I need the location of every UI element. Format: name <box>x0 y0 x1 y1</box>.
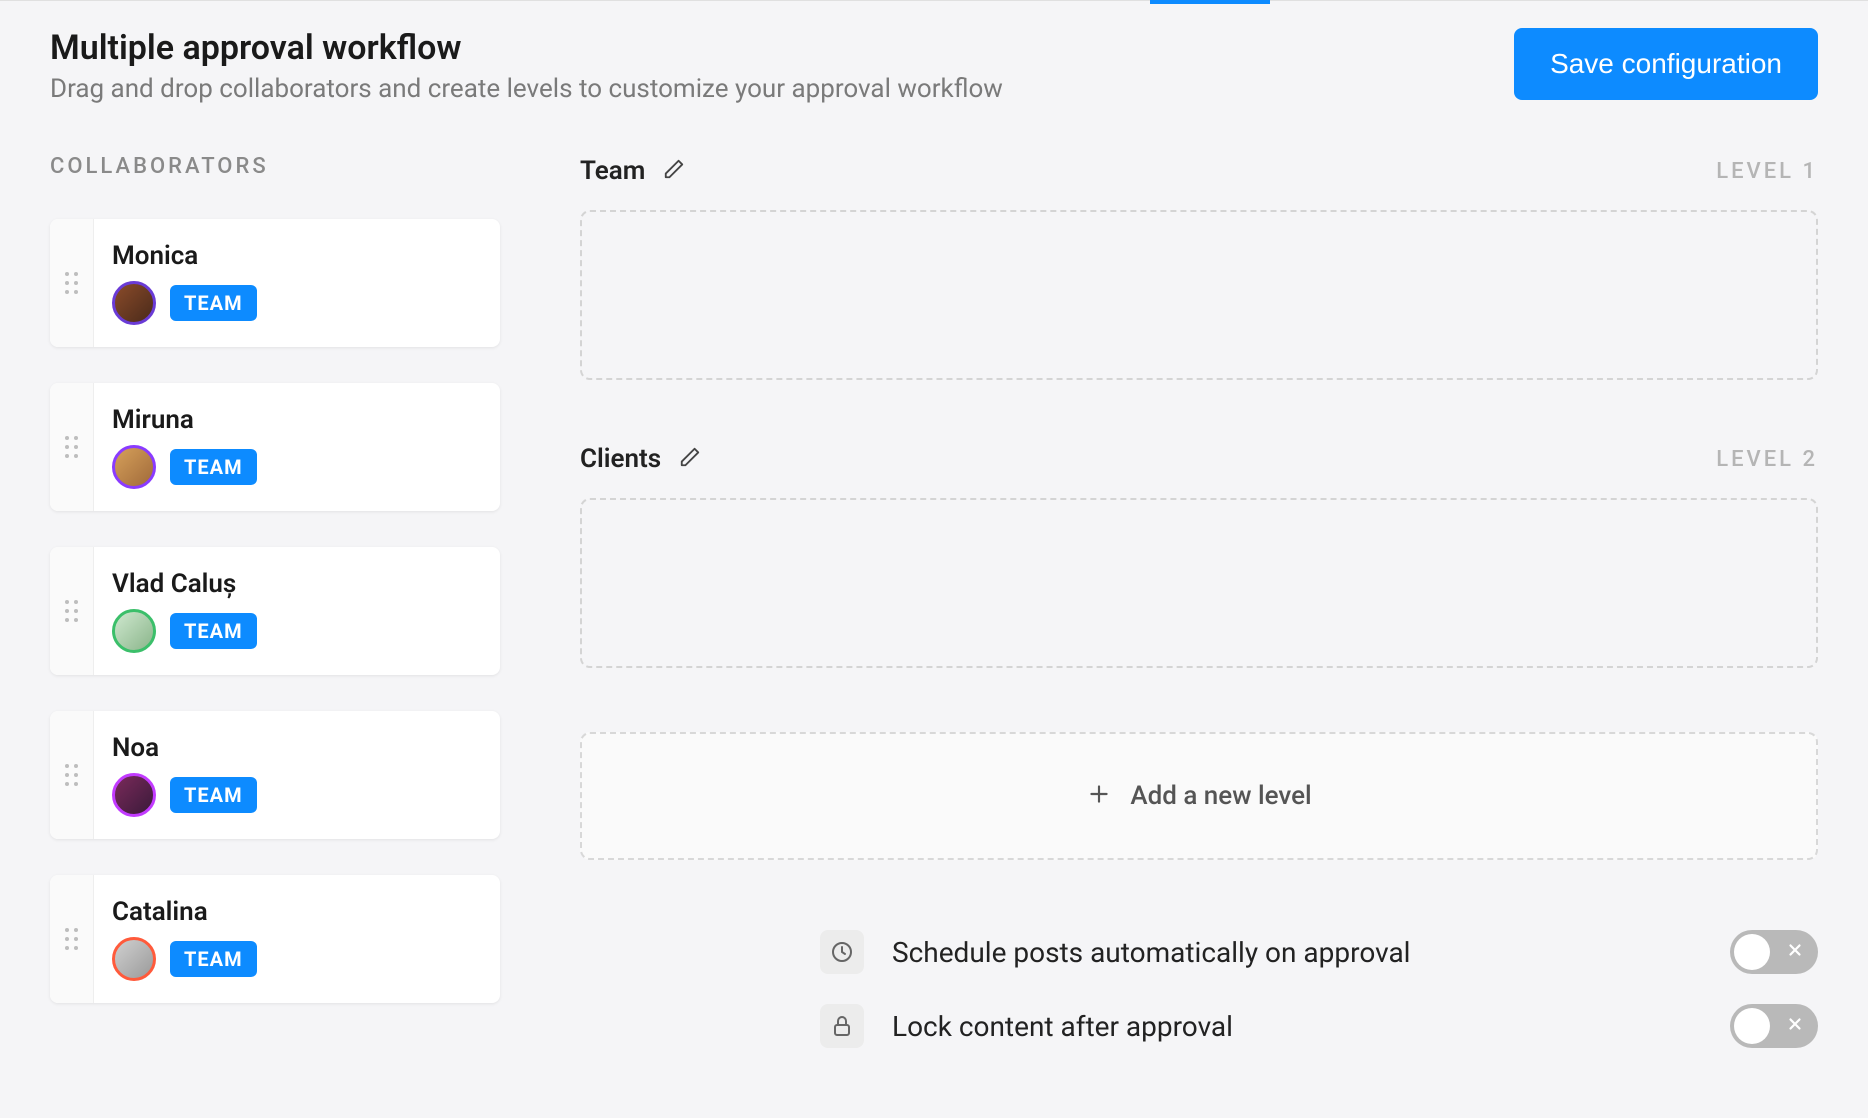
level-number-label: LEVEL 1 <box>1716 159 1818 184</box>
level-number-label: LEVEL 2 <box>1716 447 1818 472</box>
drag-handle-icon[interactable] <box>50 219 94 347</box>
page-title: Multiple approval workflow <box>50 28 1003 68</box>
approval-level: Clients LEVEL 2 <box>580 444 1818 668</box>
workflow-settings: Schedule posts automatically on approval… <box>580 930 1818 1048</box>
drag-handle-icon[interactable] <box>50 547 94 675</box>
approval-level: Team LEVEL 1 <box>580 156 1818 380</box>
drag-handle-icon[interactable] <box>50 875 94 1003</box>
level-title: Team <box>580 156 645 186</box>
page-subtitle: Drag and drop collaborators and create l… <box>50 74 1003 104</box>
level-dropzone[interactable] <box>580 210 1818 380</box>
avatar <box>112 281 156 325</box>
collaborator-name: Vlad Caluș <box>112 569 257 599</box>
page-header: Multiple approval workflow Drag and drop… <box>50 28 1818 104</box>
collaborator-name: Catalina <box>112 897 257 927</box>
top-tab-accent <box>1150 0 1270 4</box>
toggle-knob <box>1734 1008 1770 1044</box>
close-icon <box>1786 1014 1804 1038</box>
team-badge: TEAM <box>170 613 257 649</box>
setting-schedule-on-approval: Schedule posts automatically on approval <box>820 930 1818 974</box>
drag-handle-icon[interactable] <box>50 711 94 839</box>
pencil-icon[interactable] <box>679 446 701 472</box>
toggle-switch[interactable] <box>1730 930 1818 974</box>
collaborators-heading: COLLABORATORS <box>50 154 500 179</box>
top-border <box>0 0 1868 1</box>
lock-icon <box>820 1004 864 1048</box>
collaborator-name: Noa <box>112 733 257 763</box>
collaborator-name: Monica <box>112 241 257 271</box>
team-badge: TEAM <box>170 777 257 813</box>
collaborator-card[interactable]: Vlad Caluș TEAM <box>50 547 500 675</box>
avatar <box>112 937 156 981</box>
team-badge: TEAM <box>170 941 257 977</box>
collaborator-card[interactable]: Noa TEAM <box>50 711 500 839</box>
avatar <box>112 609 156 653</box>
level-title: Clients <box>580 444 661 474</box>
collaborator-card[interactable]: Catalina TEAM <box>50 875 500 1003</box>
close-icon <box>1786 940 1804 964</box>
pencil-icon[interactable] <box>663 158 685 184</box>
collaborators-sidebar: COLLABORATORS Monica TEAM <box>50 154 500 1078</box>
avatar <box>112 773 156 817</box>
plus-icon <box>1086 781 1112 811</box>
toggle-switch[interactable] <box>1730 1004 1818 1048</box>
level-dropzone[interactable] <box>580 498 1818 668</box>
clock-icon <box>820 930 864 974</box>
add-level-label: Add a new level <box>1130 781 1311 811</box>
team-badge: TEAM <box>170 285 257 321</box>
collaborator-card[interactable]: Monica TEAM <box>50 219 500 347</box>
drag-handle-icon[interactable] <box>50 383 94 511</box>
setting-lock-after-approval: Lock content after approval <box>820 1004 1818 1048</box>
setting-label: Schedule posts automatically on approval <box>892 936 1730 969</box>
add-new-level-button[interactable]: Add a new level <box>580 732 1818 860</box>
collaborator-card[interactable]: Miruna TEAM <box>50 383 500 511</box>
toggle-knob <box>1734 934 1770 970</box>
save-configuration-button[interactable]: Save configuration <box>1514 28 1818 100</box>
avatar <box>112 445 156 489</box>
setting-label: Lock content after approval <box>892 1010 1730 1043</box>
team-badge: TEAM <box>170 449 257 485</box>
collaborator-name: Miruna <box>112 405 257 435</box>
